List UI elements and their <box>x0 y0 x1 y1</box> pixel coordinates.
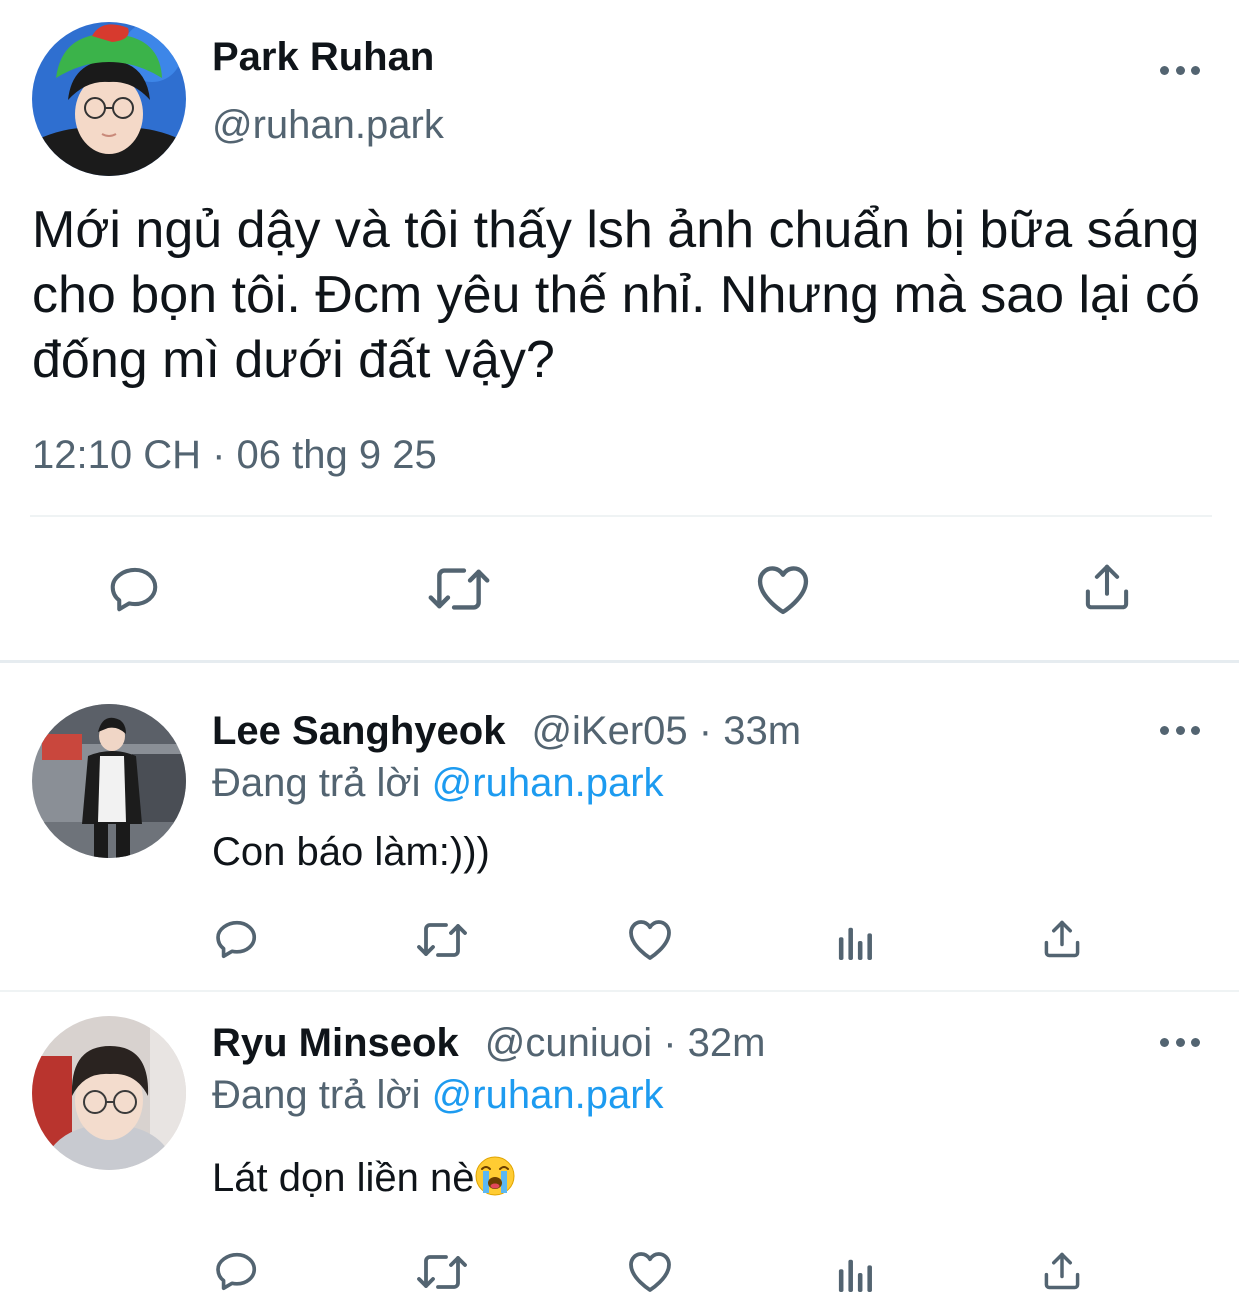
reply-text: Con báo làm:))) <box>212 830 490 874</box>
replying-prefix: Đang trả lời <box>212 761 421 805</box>
reply-header: Lee Sanghyeok @iKer05 · 33m <box>212 708 801 754</box>
reply-author-name[interactable]: Lee Sanghyeok <box>212 709 505 753</box>
replying-to: Đang trả lời @ruhan.park <box>212 760 664 806</box>
like-icon[interactable] <box>754 562 812 616</box>
reply-text-container: Lát dọn liền nè <box>212 1155 516 1201</box>
separator-dot: · <box>698 709 713 753</box>
divider <box>30 515 1212 517</box>
replying-to: Đang trả lời @ruhan.park <box>212 1072 664 1118</box>
share-icon[interactable] <box>1080 560 1134 614</box>
more-options-icon[interactable] <box>1160 60 1200 80</box>
retweet-icon[interactable] <box>426 562 492 616</box>
more-options-icon[interactable] <box>1160 1032 1200 1052</box>
tweet-text: Mới ngủ dậy và tôi thấy lsh ảnh chuẩn bị… <box>32 201 1200 389</box>
reply-avatar[interactable] <box>32 704 186 858</box>
divider <box>0 990 1239 992</box>
divider <box>0 660 1239 663</box>
author-avatar[interactable] <box>32 22 186 176</box>
like-icon[interactable] <box>626 1248 674 1294</box>
reply-icon[interactable] <box>214 1248 260 1294</box>
reply-header: Ryu Minseok @cuniuoi · 32m <box>212 1020 765 1066</box>
tweet-timestamp[interactable]: 12:10 CH · 06 thg 9 25 <box>32 432 437 478</box>
author-handle[interactable]: @ruhan.park <box>212 102 444 148</box>
reply-time[interactable]: 33m <box>723 709 801 753</box>
share-icon[interactable] <box>1040 1248 1084 1294</box>
loudly-crying-face-icon <box>474 1155 516 1197</box>
reply-avatar[interactable] <box>32 1016 186 1170</box>
reply-icon[interactable] <box>214 916 260 962</box>
reply-icon[interactable] <box>108 562 162 616</box>
replying-prefix: Đang trả lời <box>212 1073 421 1117</box>
mention-link[interactable]: @ruhan.park <box>432 1073 664 1117</box>
mention-link[interactable]: @ruhan.park <box>432 761 664 805</box>
retweet-icon[interactable] <box>414 1250 470 1294</box>
reply-author-name[interactable]: Ryu Minseok <box>212 1021 459 1065</box>
like-icon[interactable] <box>626 916 674 962</box>
analytics-icon[interactable] <box>836 1254 876 1292</box>
separator-dot: · <box>663 1021 677 1065</box>
share-icon[interactable] <box>1040 916 1084 962</box>
reply-text: Lát dọn liền nè <box>212 1156 475 1200</box>
author-name[interactable]: Park Ruhan <box>212 34 434 80</box>
analytics-icon[interactable] <box>836 922 876 960</box>
more-options-icon[interactable] <box>1160 720 1200 740</box>
retweet-icon[interactable] <box>414 918 470 962</box>
reply-author-handle[interactable]: @cuniuoi <box>485 1021 652 1065</box>
reply-author-handle[interactable]: @iKer05 <box>531 709 687 753</box>
reply-time[interactable]: 32m <box>688 1021 766 1065</box>
